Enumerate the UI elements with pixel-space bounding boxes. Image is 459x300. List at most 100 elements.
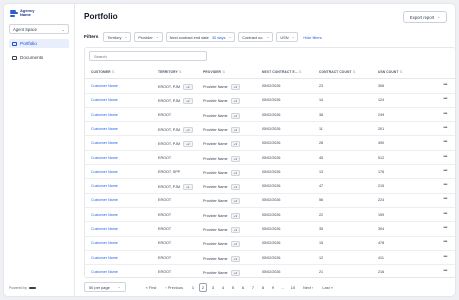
- column-header-contract-count[interactable]: CONTRACT COUNT ⇅: [319, 70, 355, 74]
- provider-cell: Provider Name +3: [203, 241, 241, 248]
- column-header-provider[interactable]: PROVIDER ⇅: [203, 70, 225, 74]
- page-number-button[interactable]: 7: [249, 283, 257, 292]
- provider-more-badge[interactable]: +3: [230, 241, 241, 248]
- provider-more-badge[interactable]: +3: [230, 98, 241, 105]
- page-number-button[interactable]: 3: [209, 283, 217, 292]
- customer-link[interactable]: Customer Name: [91, 198, 118, 202]
- provider-more-badge[interactable]: +3: [230, 255, 241, 262]
- provider-more-badge[interactable]: +3: [230, 141, 241, 148]
- column-header-customer[interactable]: CUSTOMER ⇅: [91, 70, 115, 74]
- page-number-button[interactable]: 5: [229, 283, 237, 292]
- row-menu-icon[interactable]: •••: [443, 239, 447, 245]
- row-menu-icon[interactable]: •••: [443, 268, 447, 274]
- page-number-button[interactable]: 8: [259, 283, 267, 292]
- provider-more-badge[interactable]: +3: [230, 212, 241, 219]
- table-row[interactable]: Customer Name EROOT Provider Name +3 05/02/2…: [85, 108, 455, 123]
- next-contract-filter[interactable]: Next contract end date 30 days ⌄: [165, 32, 236, 42]
- customer-link[interactable]: Customer Name: [91, 141, 118, 145]
- sort-icon: ⇅: [111, 70, 115, 74]
- table-row[interactable]: Customer Name EROOT, PJM +1 Provider Name +3…: [85, 179, 455, 194]
- next-page-button[interactable]: Next ›: [303, 285, 313, 290]
- provider-more-badge[interactable]: +3: [230, 84, 241, 90]
- row-menu-icon[interactable]: •••: [443, 254, 447, 260]
- customer-link[interactable]: Customer Name: [91, 98, 118, 102]
- page-number-button[interactable]: 1: [189, 283, 197, 292]
- page-number-button[interactable]: 2: [198, 282, 207, 292]
- customer-link[interactable]: Customer Name: [91, 241, 118, 245]
- provider-filter[interactable]: Provider ⌄: [134, 32, 163, 42]
- customer-link[interactable]: Customer Name: [91, 184, 118, 188]
- row-menu-icon[interactable]: •••: [443, 111, 447, 117]
- page-number-button[interactable]: 9: [269, 283, 277, 292]
- sidebar-item-portfolio[interactable]: Portfolio: [9, 39, 69, 48]
- customer-link[interactable]: Customer Name: [91, 170, 118, 174]
- last-page-button[interactable]: Last »: [322, 285, 333, 290]
- previous-page-button[interactable]: ‹ Previous: [165, 285, 183, 290]
- territory-filter[interactable]: Territory ⌄: [103, 32, 132, 42]
- customer-link[interactable]: Customer Name: [91, 213, 118, 217]
- customer-link[interactable]: Customer Name: [91, 270, 118, 274]
- next-contract-date-text: 05/02/2026: [262, 98, 281, 103]
- customer-link[interactable]: Customer Name: [91, 84, 118, 88]
- customer-link[interactable]: Customer Name: [91, 113, 118, 117]
- customer-link[interactable]: Customer Name: [91, 127, 118, 131]
- territory-more-badge[interactable]: +1: [183, 184, 193, 191]
- next-contract-date: 05/02/2026: [262, 198, 280, 202]
- customer-link[interactable]: Customer Name: [91, 256, 118, 260]
- row-menu-icon[interactable]: •••: [443, 211, 447, 217]
- export-report-button[interactable]: Export report ⌄: [403, 11, 447, 23]
- provider-more-badge[interactable]: +3: [230, 198, 241, 205]
- provider-more-badge[interactable]: +3: [230, 269, 241, 276]
- table-row[interactable]: Customer Name EROOT Provider Name +3 05/02/2…: [85, 251, 455, 266]
- page-number-button[interactable]: 6: [239, 283, 247, 292]
- territory-more-badge[interactable]: +2: [183, 84, 193, 90]
- table-row[interactable]: Customer Name EROOT, SPP Provider Name +3 05…: [85, 165, 455, 180]
- column-header-territory[interactable]: TERRITORY ⇅: [158, 70, 182, 74]
- first-page-button[interactable]: « First: [146, 285, 157, 290]
- table-row[interactable]: Customer Name EROOT, PJM +2 Provider Name +3…: [85, 93, 455, 108]
- table-row[interactable]: Customer Name EROOT Provider Name +3 05/02/2…: [85, 208, 455, 223]
- table-row[interactable]: Customer Name EROOT Provider Name +3 05/02/2…: [85, 193, 455, 208]
- page-number-button[interactable]: 10: [289, 283, 297, 292]
- row-menu-icon[interactable]: •••: [443, 125, 447, 131]
- provider-more-badge[interactable]: +3: [230, 169, 241, 176]
- agent-space-select[interactable]: Agent Space ⌄: [9, 24, 69, 34]
- table-row[interactable]: Customer Name EROOT Provider Name +3 05/02/2…: [85, 151, 455, 166]
- provider-more-badge[interactable]: +3: [230, 227, 241, 233]
- provider-more-badge[interactable]: +3: [230, 184, 241, 191]
- provider-cell-text: Provider Name: [203, 170, 228, 175]
- row-menu-icon[interactable]: •••: [443, 96, 447, 102]
- row-menu-icon[interactable]: •••: [443, 225, 447, 231]
- contract-no-filter[interactable]: Contract no. ⌄: [238, 32, 274, 42]
- row-menu-icon[interactable]: •••: [443, 139, 447, 145]
- row-menu-icon[interactable]: •••: [443, 82, 447, 88]
- provider-more-badge[interactable]: +3: [230, 112, 241, 119]
- row-menu-icon[interactable]: •••: [443, 196, 447, 202]
- table-row[interactable]: Customer Name EROOT Provider Name +3 05/02/2…: [85, 265, 455, 277]
- table-row[interactable]: Customer Name EROOT, PJM +2 Provider Name +3…: [85, 79, 455, 94]
- page-number-button[interactable]: 4: [219, 283, 227, 292]
- sidebar-item-documents[interactable]: Documents: [9, 53, 69, 62]
- search-input[interactable]: [89, 51, 207, 61]
- territory-more-badge[interactable]: +2: [183, 98, 193, 105]
- territory-more-badge[interactable]: +2: [183, 141, 193, 148]
- usn-count-text: 411: [378, 255, 384, 260]
- hide-filters-link[interactable]: Hide filters: [303, 35, 321, 40]
- table-row[interactable]: Customer Name EROOT Provider Name +3 05/02/2…: [85, 236, 455, 251]
- territory-more-badge[interactable]: +3: [183, 126, 193, 133]
- table-row[interactable]: Customer Name EROOT Provider Name +3 05/02/2…: [85, 222, 455, 237]
- pagination: 50 per page ⌄ « First ‹ Previous 1234567…: [84, 281, 455, 293]
- column-header-next-contract[interactable]: NEXT CONTRACT E... ⇅: [262, 70, 302, 74]
- row-menu-icon[interactable]: •••: [443, 168, 447, 174]
- customer-link[interactable]: Customer Name: [91, 156, 118, 160]
- provider-more-badge[interactable]: +3: [230, 155, 241, 162]
- column-header-usn-count[interactable]: USN COUNT ⇅: [378, 70, 402, 74]
- row-menu-icon[interactable]: •••: [443, 182, 447, 188]
- table-row[interactable]: Customer Name EROOT, PJM +3 Provider Name +3…: [85, 122, 455, 137]
- customer-link[interactable]: Customer Name: [91, 227, 118, 231]
- row-menu-icon[interactable]: •••: [443, 154, 447, 160]
- per-page-select[interactable]: 50 per page ⌄: [84, 282, 126, 292]
- table-row[interactable]: Customer Name EROOT, PJM +2 Provider Name +3…: [85, 136, 455, 151]
- provider-more-badge[interactable]: +3: [230, 126, 241, 133]
- usn-filter[interactable]: USN ⌄: [276, 32, 299, 42]
